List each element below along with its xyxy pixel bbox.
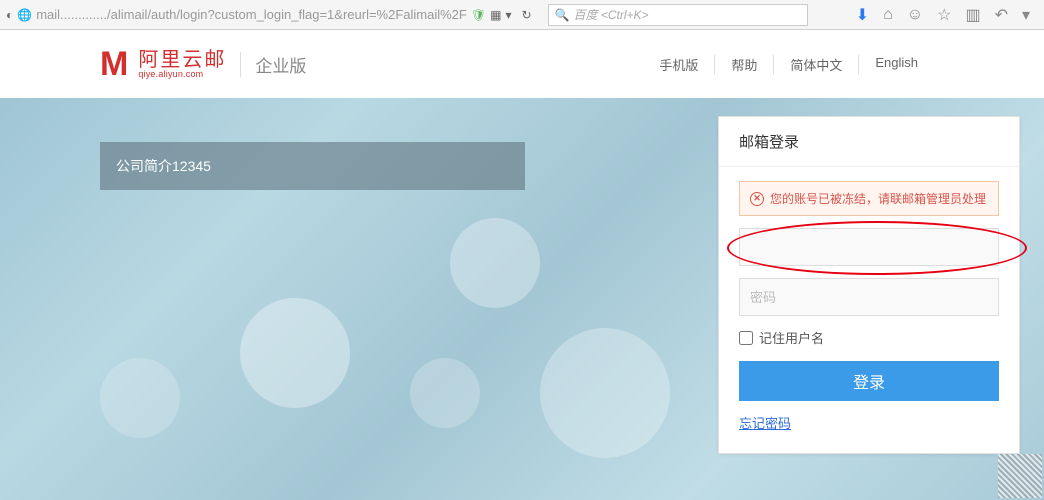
remember-input[interactable] bbox=[739, 331, 753, 345]
logo-cn: 阿里云邮 bbox=[138, 50, 226, 70]
error-message: ✕ 您的账号已被冻结，请联邮箱管理员处理 bbox=[739, 181, 999, 216]
menu-icon[interactable]: ▾ bbox=[1022, 5, 1030, 25]
password-field[interactable] bbox=[739, 278, 999, 316]
bokeh-circle bbox=[100, 358, 180, 438]
separator: ▾ bbox=[505, 8, 511, 22]
forgot-password-link[interactable]: 忘记密码 bbox=[739, 413, 791, 432]
url-text[interactable]: mail............./alimail/auth/login?cus… bbox=[36, 7, 467, 22]
username-field[interactable] bbox=[739, 228, 999, 266]
download-icon[interactable]: ⬇ bbox=[856, 5, 869, 25]
link-mobile[interactable]: 手机版 bbox=[643, 55, 715, 74]
logo[interactable]: M 阿里云邮 qiye.aliyun.com bbox=[100, 45, 226, 84]
library-icon[interactable]: ▥ bbox=[965, 5, 980, 25]
chat-icon[interactable]: ☺ bbox=[907, 6, 923, 24]
company-banner: 公司简介12345 bbox=[100, 142, 525, 190]
qr-corner-icon[interactable] bbox=[998, 454, 1042, 498]
header-links: 手机版 帮助 简体中文 English bbox=[643, 55, 934, 74]
error-icon: ✕ bbox=[750, 192, 764, 206]
link-lang-cn[interactable]: 简体中文 bbox=[774, 55, 859, 74]
bokeh-circle bbox=[410, 358, 480, 428]
link-help[interactable]: 帮助 bbox=[715, 55, 774, 74]
page-header: M 阿里云邮 qiye.aliyun.com 企业版 手机版 帮助 简体中文 E… bbox=[0, 30, 1044, 98]
banner-text: 公司简介12345 bbox=[116, 156, 211, 176]
search-box[interactable]: 🔍 百度 <Ctrl+K> bbox=[548, 4, 808, 26]
login-button[interactable]: 登录 bbox=[739, 361, 999, 401]
browser-toolbar: ◐ 🌐 mail............./alimail/auth/login… bbox=[0, 0, 1044, 30]
search-placeholder: 百度 <Ctrl+K> bbox=[573, 6, 648, 23]
remember-checkbox[interactable]: 记住用户名 bbox=[739, 328, 999, 347]
toolbar-icons: ⬇ ⌂ ☺ ☆ ▥ ↶ ▾ bbox=[856, 5, 1038, 25]
security-icon: 🌐 bbox=[17, 8, 32, 22]
nav-icon[interactable]: ◐ bbox=[6, 8, 13, 22]
qr-small-icon[interactable]: ▦ bbox=[490, 8, 501, 22]
login-card: 邮箱登录 ✕ 您的账号已被冻结，请联邮箱管理员处理 记住用户名 登录 忘记密码 bbox=[718, 116, 1020, 454]
back-icon[interactable]: ↶ bbox=[995, 5, 1008, 25]
logo-mark: M bbox=[100, 45, 128, 84]
url-box: ◐ 🌐 mail............./alimail/auth/login… bbox=[6, 7, 538, 22]
star-icon[interactable]: ☆ bbox=[937, 5, 951, 25]
remember-label: 记住用户名 bbox=[759, 328, 824, 347]
link-lang-en[interactable]: English bbox=[859, 55, 934, 74]
error-text: 您的账号已被冻结，请联邮箱管理员处理 bbox=[770, 190, 986, 207]
edition-label: 企业版 bbox=[240, 52, 306, 77]
hero: 公司简介12345 邮箱登录 ✕ 您的账号已被冻结，请联邮箱管理员处理 记住用户… bbox=[0, 98, 1044, 500]
reload-icon[interactable]: ↻ bbox=[515, 8, 537, 22]
bokeh-circle bbox=[450, 218, 540, 308]
logo-en: qiye.aliyun.com bbox=[138, 70, 226, 79]
search-icon: 🔍 bbox=[555, 8, 570, 22]
home-icon[interactable]: ⌂ bbox=[883, 6, 893, 24]
login-title: 邮箱登录 bbox=[719, 117, 1019, 167]
shield-check-icon[interactable]: 🛡 bbox=[471, 8, 486, 22]
bokeh-circle bbox=[240, 298, 350, 408]
bokeh-circle bbox=[540, 328, 670, 458]
